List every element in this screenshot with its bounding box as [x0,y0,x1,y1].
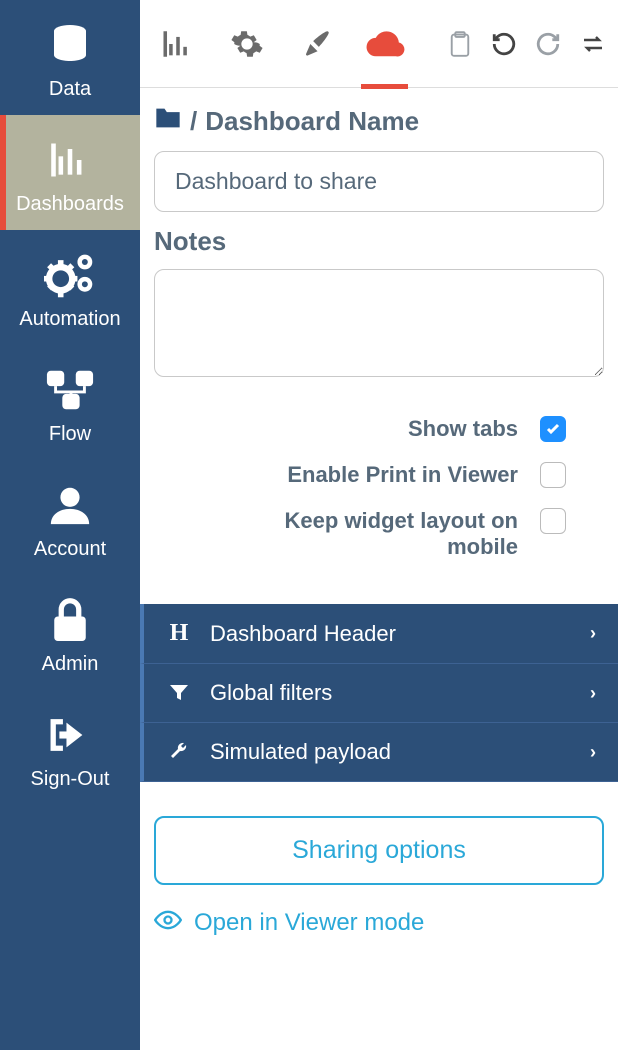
option-keep-layout: Keep widget layout on mobile [154,508,604,560]
signout-icon [40,708,100,762]
viewer-link-text: Open in Viewer mode [194,909,424,937]
tab-style[interactable] [290,0,341,88]
tab-chart[interactable] [152,0,203,88]
accordion-global-filters[interactable]: Global filters › [140,664,618,723]
checkbox-enable-print[interactable] [540,462,566,488]
sidebar-item-signout[interactable]: Sign-Out [0,690,140,805]
breadcrumb-title: Dashboard Name [205,106,419,137]
sidebar-item-account[interactable]: Account [0,460,140,575]
sidebar-item-flow[interactable]: Flow [0,345,140,460]
undo-icon[interactable] [491,29,517,59]
chevron-right-icon: › [590,623,596,644]
sidebar-item-label: Automation [19,308,120,331]
accordion: H Dashboard Header › Global filters › Si… [140,604,618,782]
notes-label: Notes [154,226,604,257]
folder-icon[interactable] [154,106,182,137]
dashboard-name-input[interactable] [154,151,604,212]
redo-icon[interactable] [535,29,561,59]
option-label: Keep widget layout on mobile [218,508,518,560]
sidebar-item-admin[interactable]: Admin [0,575,140,690]
checkbox-keep-layout[interactable] [540,508,566,534]
eye-icon [154,909,182,937]
filter-icon [166,683,192,703]
flow-icon [40,363,100,417]
sidebar-item-data[interactable]: Data [0,0,140,115]
chevron-right-icon: › [590,683,596,704]
breadcrumb-sep: / [190,106,197,137]
chevron-right-icon: › [590,742,596,763]
sidebar-item-dashboards[interactable]: Dashboards [0,115,140,230]
accordion-simulated-payload[interactable]: Simulated payload › [140,723,618,782]
option-label: Show tabs [408,416,518,442]
header-icon: H [166,620,192,647]
breadcrumb: / Dashboard Name [154,106,604,137]
sidebar-item-label: Sign-Out [31,768,110,791]
open-viewer-link[interactable]: Open in Viewer mode [154,909,604,937]
tab-settings[interactable] [221,0,272,88]
gears-icon [40,248,100,302]
wrench-icon [166,742,192,762]
option-label: Enable Print in Viewer [287,462,518,488]
accordion-label: Dashboard Header [210,621,572,647]
lock-icon [40,593,100,647]
option-enable-print: Enable Print in Viewer [154,462,604,488]
notes-textarea[interactable] [154,269,604,377]
sidebar: Data Dashboards Automation Flow Account [0,0,140,1050]
accordion-dashboard-header[interactable]: H Dashboard Header › [140,604,618,664]
checkbox-show-tabs[interactable] [540,416,566,442]
user-icon [40,478,100,532]
swap-icon[interactable] [580,29,606,59]
cloud-panel: / Dashboard Name Notes Show tabs Enable … [140,88,618,580]
bar-chart-icon [40,133,100,187]
sidebar-item-label: Flow [49,423,91,446]
sidebar-item-label: Data [49,78,91,101]
database-icon [40,18,100,72]
sharing-options-button[interactable]: Sharing options [154,816,604,885]
tab-cloud[interactable] [359,0,410,88]
sidebar-item-label: Account [34,538,106,561]
option-show-tabs: Show tabs [154,416,604,442]
accordion-label: Simulated payload [210,739,572,765]
toolbar [140,0,618,88]
sidebar-item-label: Admin [42,653,99,676]
clipboard-icon[interactable] [446,29,472,59]
sidebar-item-label: Dashboards [16,193,124,216]
accordion-label: Global filters [210,680,572,706]
main-panel: / Dashboard Name Notes Show tabs Enable … [140,0,618,1050]
sidebar-item-automation[interactable]: Automation [0,230,140,345]
